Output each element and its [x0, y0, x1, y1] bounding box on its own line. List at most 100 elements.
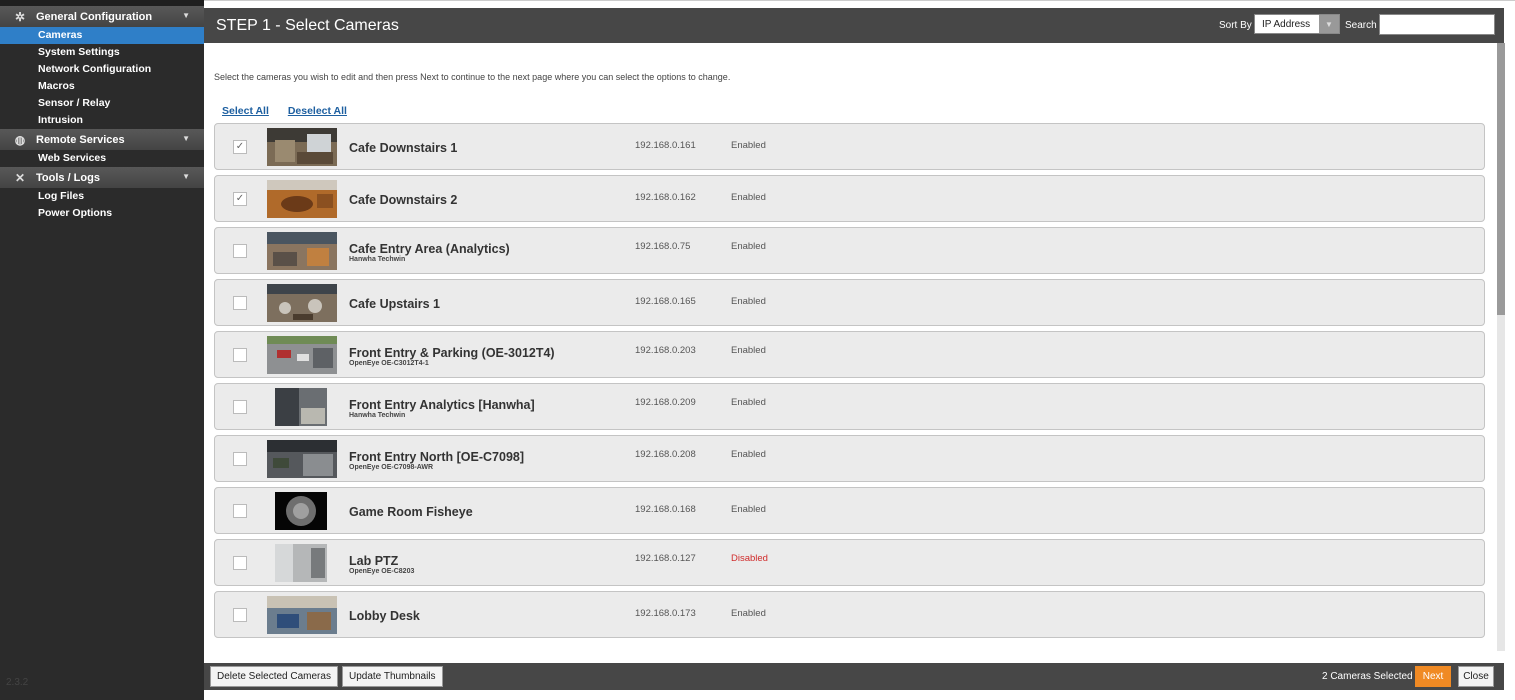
- select-all-link[interactable]: Select All: [222, 105, 269, 117]
- sidebar-item-power-options[interactable]: Power Options: [0, 205, 204, 222]
- sidebar-item-sensor-relay[interactable]: Sensor / Relay: [0, 95, 204, 112]
- camera-model: Hanwha Techwin: [349, 256, 406, 263]
- camera-ip: 192.168.0.75: [635, 241, 691, 252]
- camera-thumbnail: [267, 336, 337, 374]
- camera-ip: 192.168.0.173: [635, 608, 696, 619]
- camera-status: Enabled: [731, 192, 766, 203]
- sidebar-section-general-configuration[interactable]: ✲ General Configuration ▼: [0, 6, 204, 27]
- camera-row[interactable]: Lobby Desk 192.168.0.173 Enabled: [214, 591, 1485, 638]
- camera-status: Enabled: [731, 140, 766, 151]
- camera-list: ✓ Cafe Downstairs 1 192.168.0.161 Enable…: [214, 123, 1485, 651]
- camera-status: Enabled: [731, 397, 766, 408]
- camera-name: Front Entry & Parking (OE-3012T4): [349, 346, 555, 360]
- camera-ip: 192.168.0.168: [635, 504, 696, 515]
- camera-row[interactable]: Cafe Entry Area (Analytics) Hanwha Techw…: [214, 227, 1485, 274]
- camera-name: Front Entry North [OE-C7098]: [349, 450, 525, 464]
- camera-checkbox[interactable]: [233, 244, 247, 258]
- camera-model: OpenEye OE-C7098-AWR: [349, 464, 434, 471]
- camera-name: Cafe Downstairs 2: [349, 193, 458, 207]
- sidebar-item-network-configuration[interactable]: Network Configuration: [0, 61, 204, 78]
- chevron-down-icon: ▼: [182, 134, 190, 143]
- camera-thumbnail: [267, 284, 337, 322]
- camera-checkbox[interactable]: ✓: [233, 140, 247, 154]
- sidebar-item-intrusion[interactable]: Intrusion: [0, 112, 204, 129]
- camera-thumbnail: [275, 544, 327, 582]
- camera-name: Lab PTZ: [349, 554, 399, 568]
- app-window: ✲ General Configuration ▼ Cameras System…: [0, 0, 1515, 700]
- camera-status: Enabled: [731, 296, 766, 307]
- camera-ip: 192.168.0.162: [635, 192, 696, 203]
- sidebar-item-system-settings[interactable]: System Settings: [0, 44, 204, 61]
- camera-model: OpenEye OE-C8203: [349, 568, 415, 575]
- sort-by-label: Sort By: [1219, 20, 1252, 31]
- camera-name: Lobby Desk: [349, 609, 420, 623]
- sidebar-section-remote-services[interactable]: ◍ Remote Services ▼: [0, 129, 204, 150]
- camera-checkbox[interactable]: ✓: [233, 192, 247, 206]
- camera-status: Enabled: [731, 345, 766, 356]
- sidebar-item-macros[interactable]: Macros: [0, 78, 204, 95]
- sidebar: ✲ General Configuration ▼ Cameras System…: [0, 0, 204, 700]
- sidebar-item-web-services[interactable]: Web Services: [0, 150, 204, 167]
- gear-icon: ✲: [14, 9, 26, 24]
- selected-count-text: 2 Cameras Selected: [1322, 671, 1413, 682]
- camera-row[interactable]: Front Entry North [OE-C7098] OpenEye OE-…: [214, 435, 1485, 482]
- top-border: [204, 0, 1515, 8]
- sidebar-section-tools-logs[interactable]: ✕ Tools / Logs ▼: [0, 167, 204, 188]
- sort-by-value: IP Address: [1262, 18, 1311, 30]
- page-header: STEP 1 - Select Cameras Sort By IP Addre…: [204, 8, 1504, 43]
- camera-row[interactable]: ✓ Cafe Downstairs 2 192.168.0.162 Enable…: [214, 175, 1485, 222]
- list-scrollbar[interactable]: [1497, 43, 1505, 651]
- camera-row[interactable]: ✓ Cafe Downstairs 1 192.168.0.161 Enable…: [214, 123, 1485, 170]
- camera-checkbox[interactable]: [233, 400, 247, 414]
- page-title: STEP 1 - Select Cameras: [216, 17, 399, 34]
- camera-thumbnail: [267, 128, 337, 166]
- next-button[interactable]: Next: [1415, 666, 1451, 687]
- sidebar-item-cameras[interactable]: Cameras: [0, 27, 204, 44]
- camera-name: Cafe Upstairs 1: [349, 297, 441, 311]
- camera-status: Enabled: [731, 449, 766, 460]
- camera-row[interactable]: Lab PTZ OpenEye OE-C8203 192.168.0.127 D…: [214, 539, 1485, 586]
- select-links: Select All Deselect All: [222, 105, 363, 117]
- footer-bar: Delete Selected Cameras Update Thumbnail…: [204, 663, 1504, 690]
- sort-by-select[interactable]: IP Address ▼: [1254, 14, 1340, 34]
- sidebar-section-label: Remote Services: [36, 133, 125, 146]
- camera-row[interactable]: Cafe Upstairs 1 192.168.0.165 Enabled: [214, 279, 1485, 326]
- delete-selected-button[interactable]: Delete Selected Cameras: [210, 666, 338, 687]
- camera-name: Cafe Downstairs 1: [349, 141, 458, 155]
- camera-thumbnail: [267, 232, 337, 270]
- tools-icon: ✕: [14, 170, 26, 185]
- camera-checkbox[interactable]: [233, 348, 247, 362]
- camera-row[interactable]: Front Entry & Parking (OE-3012T4) OpenEy…: [214, 331, 1485, 378]
- chevron-down-icon: ▼: [182, 11, 190, 20]
- camera-model: Hanwha Techwin: [349, 412, 406, 419]
- camera-row[interactable]: Game Room Fisheye 192.168.0.168 Enabled: [214, 487, 1485, 534]
- camera-status: Enabled: [731, 241, 766, 252]
- close-button[interactable]: Close: [1458, 666, 1494, 687]
- camera-name: Game Room Fisheye: [349, 505, 473, 519]
- instructions-text: Select the cameras you wish to edit and …: [214, 72, 731, 82]
- camera-status: Enabled: [731, 504, 766, 515]
- camera-checkbox[interactable]: [233, 296, 247, 310]
- camera-checkbox[interactable]: [233, 504, 247, 518]
- camera-thumbnail: [275, 492, 327, 530]
- scrollbar-thumb[interactable]: [1497, 43, 1505, 315]
- chevron-down-icon: ▼: [182, 172, 190, 181]
- deselect-all-link[interactable]: Deselect All: [288, 105, 347, 117]
- camera-thumbnail: [267, 596, 337, 634]
- camera-ip: 192.168.0.203: [635, 345, 696, 356]
- camera-checkbox[interactable]: [233, 556, 247, 570]
- camera-checkbox[interactable]: [233, 608, 247, 622]
- camera-name: Front Entry Analytics [Hanwha]: [349, 398, 535, 412]
- bottom-strip: [204, 690, 1515, 700]
- search-input[interactable]: [1379, 14, 1495, 35]
- camera-row[interactable]: Front Entry Analytics [Hanwha] Hanwha Te…: [214, 383, 1485, 430]
- camera-thumbnail: [267, 440, 337, 478]
- search-label: Search: [1345, 20, 1377, 31]
- camera-ip: 192.168.0.127: [635, 553, 696, 564]
- camera-ip: 192.168.0.161: [635, 140, 696, 151]
- camera-ip: 192.168.0.208: [635, 449, 696, 460]
- update-thumbnails-button[interactable]: Update Thumbnails: [342, 666, 443, 687]
- sidebar-item-log-files[interactable]: Log Files: [0, 188, 204, 205]
- camera-name: Cafe Entry Area (Analytics): [349, 242, 510, 256]
- camera-checkbox[interactable]: [233, 452, 247, 466]
